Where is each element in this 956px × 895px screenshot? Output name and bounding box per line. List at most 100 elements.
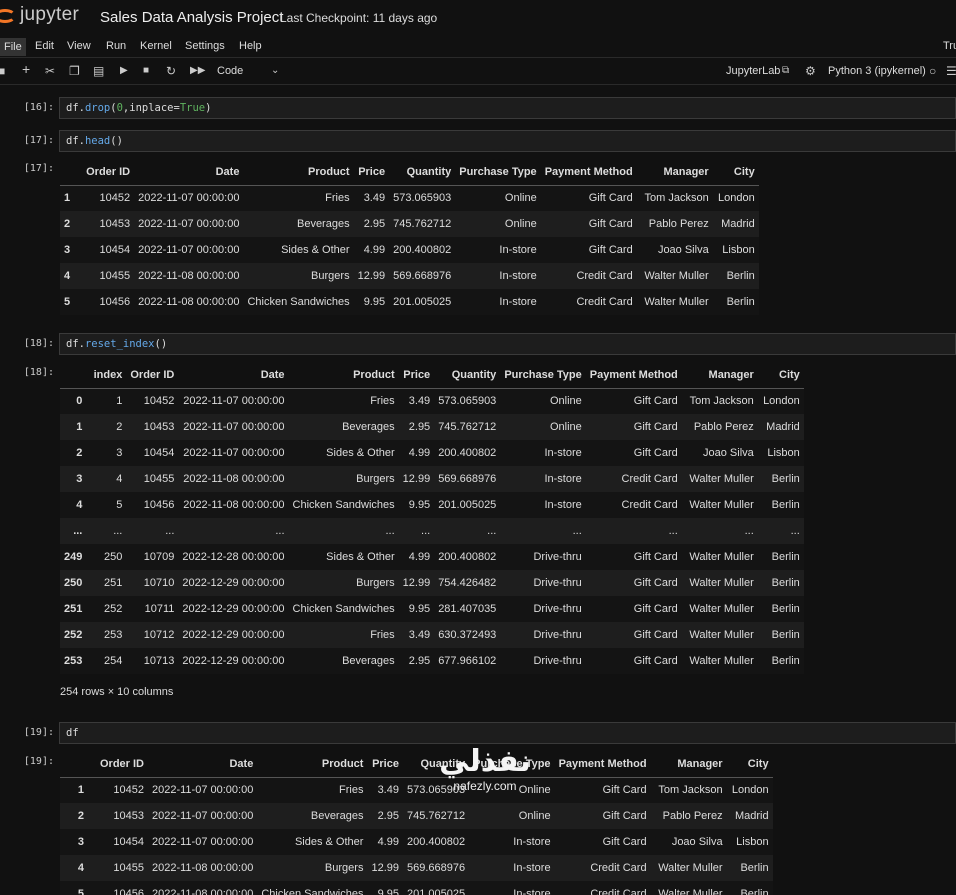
column-header: City xyxy=(726,751,773,778)
table-cell: 10455 xyxy=(99,270,131,282)
row-index: 4 xyxy=(64,270,71,282)
column-header: Product xyxy=(288,362,399,389)
menu-edit[interactable]: Edit xyxy=(35,40,54,52)
external-link-icon[interactable]: ⧉ xyxy=(782,64,789,78)
kernel-name[interactable]: Python 3 (ipykernel) xyxy=(828,65,926,77)
table-cell: 573.065903 xyxy=(438,395,497,408)
menu-icon[interactable]: ☰ xyxy=(946,64,956,78)
menu-kernel[interactable]: Kernel xyxy=(140,40,172,52)
table-cell: 201.005025 xyxy=(393,296,452,308)
jupyterlab-link[interactable]: JupyterLab xyxy=(726,65,780,77)
code-token: True xyxy=(179,102,206,114)
table-cell: Walter Muller xyxy=(689,551,754,563)
table-cell: 200.400802 xyxy=(393,244,452,256)
table-cell: Credit Card xyxy=(590,862,647,874)
table-cell: Pablo Perez xyxy=(662,810,723,822)
column-header: Order ID xyxy=(74,159,135,186)
column-header: Order ID xyxy=(126,362,179,389)
table-cell: Gift Card xyxy=(633,551,678,563)
table-cell: 10456 xyxy=(143,499,175,511)
table-cell: 250 xyxy=(104,551,123,563)
add-cell-icon[interactable]: + xyxy=(22,62,30,76)
table-cell: In-store xyxy=(544,447,582,459)
table-cell: Beverages xyxy=(296,218,350,230)
chevron-down-icon[interactable]: ⌄ xyxy=(271,64,279,78)
table-cell: 3.49 xyxy=(408,395,431,408)
menu-help[interactable]: Help xyxy=(239,40,262,52)
table-row: 0 1 10452 2022-11-07 00:00:00 Fries 3.49 573.0… xyxy=(60,388,804,414)
table-cell: 281.407035 xyxy=(438,603,497,615)
dataframe-table: index Order ID Date Product Price Quantity Pur… xyxy=(60,362,804,674)
table-cell: 10453 xyxy=(113,810,144,822)
restart-icon[interactable]: ↻ xyxy=(166,64,176,78)
code-token: ,inplace= xyxy=(122,102,180,114)
table-cell: Madrid xyxy=(734,810,769,822)
table-cell: 12.99 xyxy=(402,577,431,589)
table-cell: Walter Muller xyxy=(689,577,754,589)
table-cell: 3 xyxy=(116,447,123,459)
table-cell: Chicken Sandwiches xyxy=(292,499,395,511)
output-prompt: [18]: xyxy=(23,367,54,378)
code-token: head xyxy=(84,135,111,147)
paste-icon[interactable]: ▤ xyxy=(93,64,104,78)
code-cell-input[interactable]: df.drop(0,inplace=True) xyxy=(59,97,956,119)
notebook-title[interactable]: Sales Data Analysis Project xyxy=(100,9,283,26)
jupyter-app: { "app": {"logo_text": "jupyter", "title… xyxy=(0,0,956,895)
fast-forward-icon[interactable]: ▶▶ xyxy=(190,64,205,78)
table-cell: 201.005025 xyxy=(438,499,497,511)
table-cell: 2022-11-08 00:00:00 xyxy=(152,888,254,895)
save-icon[interactable]: ■ xyxy=(0,64,5,78)
table-cell: ... xyxy=(668,525,678,537)
row-index: 251 xyxy=(64,603,83,615)
menu-view[interactable]: View xyxy=(67,40,91,52)
table-cell: Gift Card xyxy=(602,810,647,822)
menu-file[interactable]: File xyxy=(0,38,26,56)
table-header-row: Order ID Date Product Price Quantity Purchase… xyxy=(60,159,759,186)
copy-icon[interactable]: ❐ xyxy=(69,64,80,78)
jupyter-logo[interactable]: jupyter xyxy=(0,4,79,26)
table-cell: 3.49 xyxy=(377,784,399,797)
table-cell: 10453 xyxy=(143,421,175,433)
table-cell: Fries xyxy=(339,784,364,797)
row-index: 1 xyxy=(77,784,84,797)
row-index: 2 xyxy=(64,218,71,230)
cell-type-select[interactable]: Code xyxy=(217,65,243,77)
table-cell: 252 xyxy=(104,603,123,615)
code-cell-input[interactable]: df.reset_index() xyxy=(59,333,956,355)
table-cell: 2022-11-07 00:00:00 xyxy=(152,784,254,797)
table-cell: Burgers xyxy=(356,473,395,485)
table-cell: Joao Silva xyxy=(671,836,723,848)
table-row: 2 10453 2022-11-07 00:00:00 Beverages 2.95 74… xyxy=(60,803,773,829)
table-row: 249 250 10709 2022-12-28 00:00:00 Sides & Ot… xyxy=(60,544,804,570)
stop-icon[interactable]: ■ xyxy=(143,64,149,78)
menu-settings[interactable]: Settings xyxy=(185,40,225,52)
table-cell: 10709 xyxy=(143,551,175,563)
column-header: Payment Method xyxy=(540,159,637,186)
table-cell: 745.762712 xyxy=(406,810,466,822)
table-cell: Drive-thru xyxy=(533,655,582,667)
column-header xyxy=(60,751,88,778)
table-cell: Burgers xyxy=(324,862,364,874)
table-cell: 201.005025 xyxy=(406,888,466,895)
column-header: Price xyxy=(353,159,390,186)
table-cell: 2022-11-07 00:00:00 xyxy=(183,447,285,459)
column-header xyxy=(60,159,75,186)
trusted-indicator[interactable]: Tru xyxy=(943,40,956,52)
table-cell: 2022-12-29 00:00:00 xyxy=(182,629,285,641)
table-cell: Joao Silva xyxy=(703,447,754,459)
menu-run[interactable]: Run xyxy=(106,40,126,52)
table-cell: Burgers xyxy=(311,270,350,282)
table-cell: In-store xyxy=(499,244,537,256)
table-cell: Online xyxy=(549,395,582,408)
code-cell-input[interactable]: df xyxy=(59,722,956,744)
table-cell: 10452 xyxy=(99,192,131,205)
row-index: 1 xyxy=(64,192,71,205)
run-icon[interactable]: ▶ xyxy=(120,64,128,78)
code-cell-input[interactable]: df.head() xyxy=(59,130,956,152)
code-token: df. xyxy=(66,102,85,114)
jupyter-logo-icon xyxy=(0,4,18,26)
gear-icon[interactable]: ⚙ xyxy=(805,64,816,78)
cut-icon[interactable]: ✂ xyxy=(45,64,55,78)
column-header: index xyxy=(86,362,127,389)
table-cell: Pablo Perez xyxy=(693,421,754,433)
